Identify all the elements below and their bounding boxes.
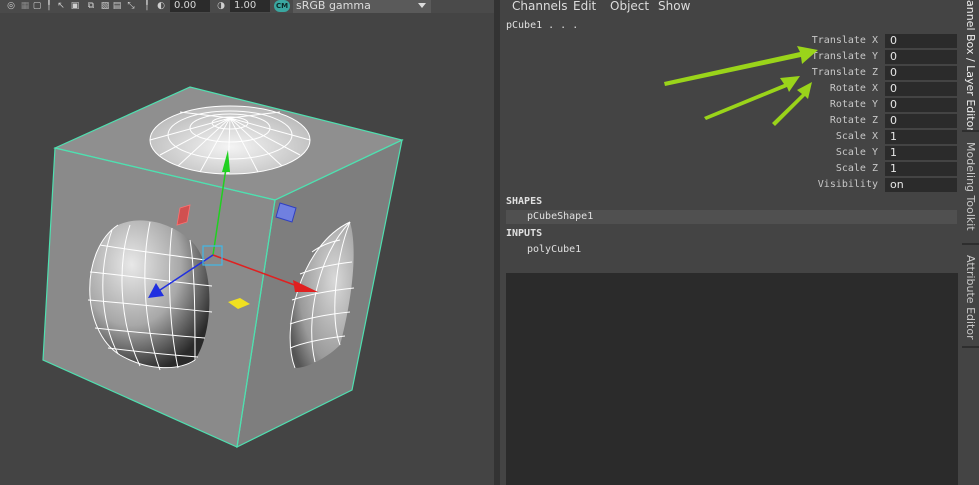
colorspace-value: sRGB gamma [296,0,371,12]
channel-row-visibility[interactable]: Visibility on [500,178,962,193]
exposure-icon[interactable]: ◐ [156,1,166,11]
tab-channel-box-layer-editor[interactable]: annel Box / Layer Editor [962,0,979,132]
channel-value[interactable]: 1 [885,162,957,176]
channel-box-menubar: Channels Edit Object Show [500,0,962,15]
light-icon[interactable]: ╿ [44,1,54,11]
shapes-heading: SHAPES [506,196,543,207]
object-name[interactable]: pCube1 . . . [506,20,578,31]
gamma-icon[interactable]: ◑ [216,1,226,11]
input-node-row[interactable]: polyCube1 [506,243,957,257]
channel-label: Visibility [817,179,878,190]
grid-icon[interactable]: ▦ [20,1,30,11]
channel-row-rotate-x[interactable]: Rotate X 0 [500,82,962,97]
gamma-field[interactable]: 1.00 [230,0,270,12]
side-tab-label: annel Box / Layer Editor [964,0,977,132]
tab-separator [962,346,979,348]
tab-modeling-toolkit[interactable]: Modeling Toolkit [962,142,979,240]
channel-box-empty-area [506,273,958,485]
channel-row-scale-z[interactable]: Scale Z 1 [500,162,962,177]
channel-label: Rotate Y [829,99,878,110]
channel-value[interactable]: on [885,178,957,192]
xray-icon[interactable]: ▧ [100,1,110,11]
exposure-field[interactable]: 0.00 [170,0,210,12]
channel-row-translate-y[interactable]: Translate Y 0 [500,50,962,65]
menu-edit[interactable]: Edit [573,0,596,13]
inputs-heading: INPUTS [506,228,543,239]
side-tab-label: Modeling Toolkit [964,142,977,231]
channel-label: Translate Z [811,67,878,78]
chevron-down-icon [418,3,426,8]
resolution-gate-icon[interactable]: ⤡ [126,1,136,11]
menu-show[interactable]: Show [658,0,690,13]
input-node-label: polyCube1 [527,244,582,255]
channel-row-translate-z[interactable]: Translate Z 0 [500,66,962,81]
select-icon[interactable]: ↖ [56,1,66,11]
colorspace-select[interactable]: sRGB gamma [293,0,431,13]
shape-node-row[interactable]: pCubeShape1 [506,210,957,224]
channel-row-scale-x[interactable]: Scale X 1 [500,130,962,145]
channel-label: Rotate X [829,83,878,94]
camera-icon[interactable]: ◎ [6,1,16,11]
top-sphere[interactable] [149,105,311,175]
channel-label: Translate X [811,35,878,46]
isolate-icon[interactable]: ▣ [70,1,80,11]
channel-row-rotate-y[interactable]: Rotate Y 0 [500,98,962,113]
side-tabs: annel Box / Layer Editor Modeling Toolki… [962,0,979,485]
channel-row-rotate-z[interactable]: Rotate Z 0 [500,114,962,129]
wireframe-icon[interactable]: ▢ [32,1,42,11]
channel-value[interactable]: 1 [885,130,957,144]
tab-separator [962,130,979,132]
channel-row-scale-y[interactable]: Scale Y 1 [500,146,962,161]
tab-separator [962,243,979,245]
channel-row-translate-x[interactable]: Translate X 0 [500,34,962,49]
channel-label: Scale X [835,131,878,142]
channel-box-panel: Channels Edit Object Show pCube1 . . . T… [500,0,962,485]
channel-value[interactable]: 1 [885,146,957,160]
channel-label: Translate Y [811,51,878,62]
channel-value[interactable]: 0 [885,114,957,128]
viewport-toolbar: ◎ ▦ ▢ ╿ ↖ ▣ ⧉ ▧ ▤ ⤡ ╿ ◐ 0.00 ◑ 1.00 CM s… [0,0,494,13]
duplicate-icon[interactable]: ⧉ [86,1,96,11]
film-gate-icon[interactable]: ╿ [142,1,152,11]
channel-value[interactable]: 0 [885,34,957,48]
shape-node-label: pCubeShape1 [527,211,594,222]
menu-object[interactable]: Object [610,0,649,13]
tab-attribute-editor[interactable]: Attribute Editor [962,255,979,345]
scene-canvas[interactable] [0,13,494,485]
texture-icon[interactable]: ▤ [112,1,122,11]
channel-value[interactable]: 0 [885,82,957,96]
color-management-badge[interactable]: CM [274,0,290,12]
channel-value[interactable]: 0 [885,98,957,112]
menu-channels[interactable]: Channels [512,0,568,13]
channel-value[interactable]: 0 [885,66,957,80]
channel-label: Scale Y [835,147,878,158]
channel-label: Rotate Z [829,115,878,126]
viewport-panel[interactable]: ◎ ▦ ▢ ╿ ↖ ▣ ⧉ ▧ ▤ ⤡ ╿ ◐ 0.00 ◑ 1.00 CM s… [0,0,494,485]
channel-label: Scale Z [835,163,878,174]
side-tab-label: Attribute Editor [964,255,977,340]
channel-value[interactable]: 0 [885,50,957,64]
